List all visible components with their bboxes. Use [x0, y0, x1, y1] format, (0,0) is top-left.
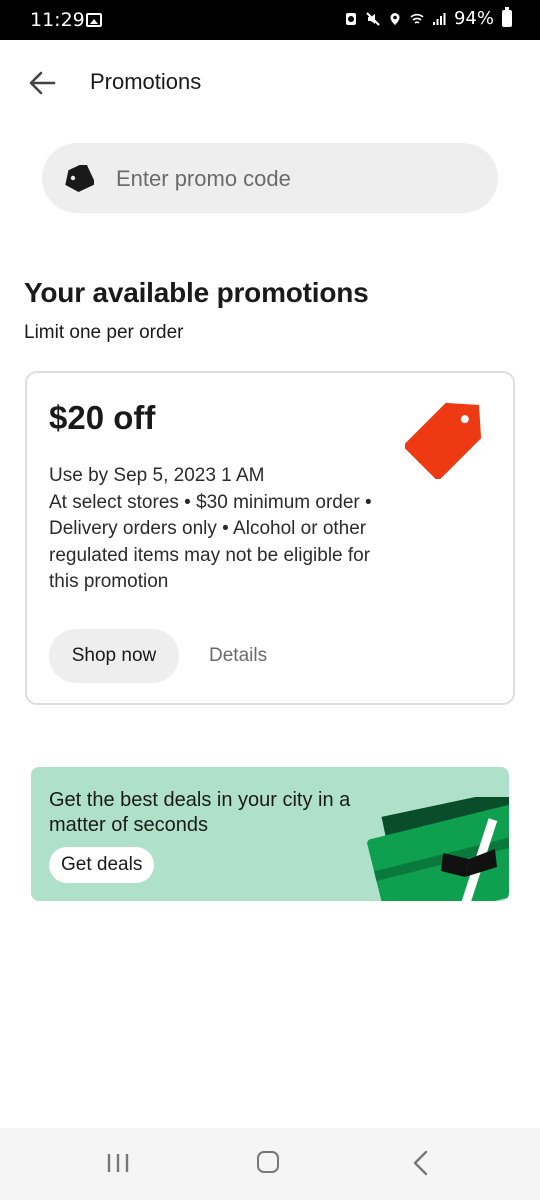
gallery-notification-icon — [86, 13, 102, 27]
status-icons: 94% — [344, 7, 512, 29]
promotion-amount: $20 off — [49, 399, 156, 436]
promotion-expiry: Use by Sep 5, 2023 1 AM — [49, 465, 265, 486]
shop-now-button[interactable]: Shop now — [49, 629, 179, 683]
location-icon — [390, 12, 400, 25]
status-time: 11:29 — [30, 9, 85, 31]
promo-code-field[interactable] — [42, 143, 498, 213]
recents-icon[interactable] — [106, 1152, 130, 1174]
details-link[interactable]: Details — [209, 645, 267, 667]
section-subtitle: Limit one per order — [24, 322, 184, 343]
chevron-left-icon[interactable] — [410, 1150, 432, 1176]
banner-headline: Get the best deals in your city in a mat… — [49, 789, 351, 836]
signal-icon — [432, 12, 446, 25]
get-deals-button[interactable]: Get deals — [49, 847, 155, 883]
battery-percent: 94% — [453, 8, 494, 29]
deals-banner[interactable]: Get the best deals in your city in a mat… — [31, 767, 509, 901]
arrow-left-icon[interactable] — [26, 68, 58, 98]
tag-icon — [65, 165, 94, 192]
page-title: Promotions — [90, 69, 202, 94]
promotion-terms-line: regulated items may not be eligible for — [49, 544, 371, 566]
section-title: Your available promotions — [24, 277, 369, 308]
recycle-icon — [345, 12, 356, 25]
promotion-terms-line: Delivery orders only • Alcohol or other — [49, 518, 367, 539]
promotion-details: Use by Sep 5, 2023 1 AM At select stores… — [49, 463, 429, 596]
battery-icon — [502, 7, 512, 27]
mute-icon — [366, 11, 380, 26]
gift-card-icon — [367, 797, 509, 901]
promotion-terms-line: this promotion — [49, 571, 169, 592]
promotion-terms-line: At select stores • $30 minimum order • — [49, 491, 372, 513]
home-icon[interactable] — [257, 1151, 279, 1173]
promotion-card: $20 off Use by Sep 5, 2023 1 AM At selec… — [25, 371, 515, 705]
app-bar: Promotions — [0, 40, 540, 126]
status-bar: 11:29 94% — [0, 0, 540, 40]
wifi-icon — [410, 13, 424, 24]
system-nav-bar — [0, 1128, 540, 1200]
promo-code-input[interactable] — [114, 159, 478, 199]
